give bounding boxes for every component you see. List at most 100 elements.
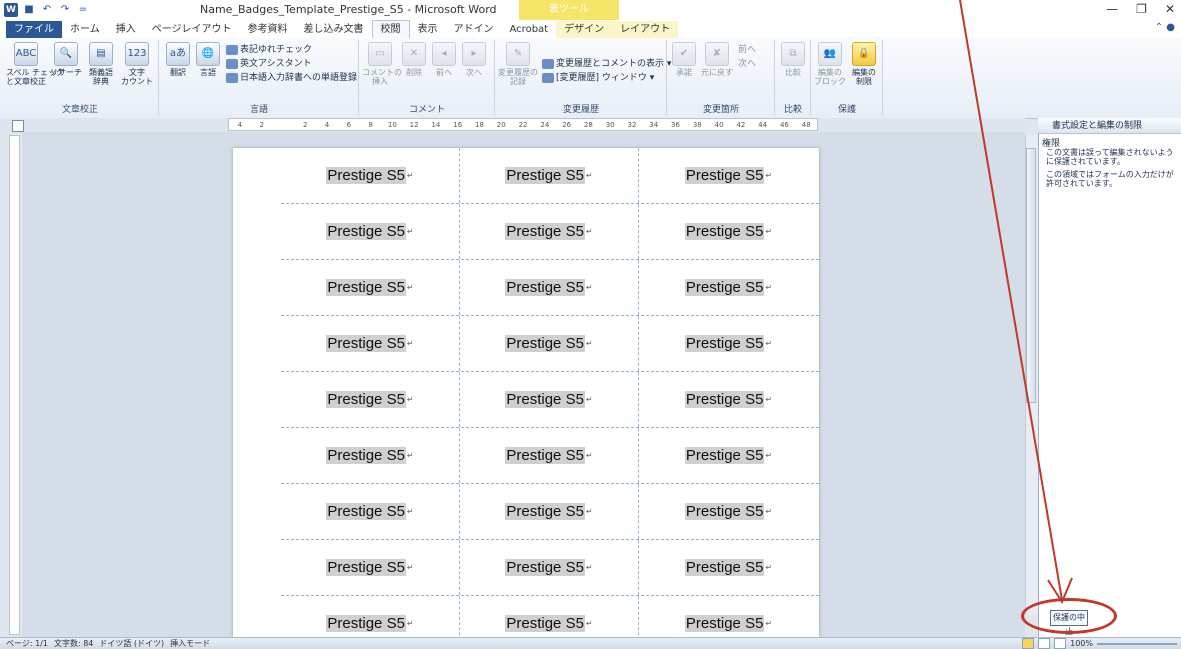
tab-insert[interactable]: 挿入: [108, 21, 144, 38]
tab-references[interactable]: 参考資料: [240, 21, 296, 38]
badge-cell[interactable]: Prestige S5 ↵: [639, 204, 818, 259]
badge-form-field[interactable]: Prestige S5: [505, 279, 585, 296]
document-page[interactable]: Prestige S5 ↵ Prestige S5 ↵ Prestige S5 ↵ Pres…: [233, 148, 819, 637]
language-button[interactable]: 🌐 言語: [194, 42, 222, 77]
zoom-level[interactable]: 100%: [1070, 639, 1093, 648]
tab-acrobat[interactable]: Acrobat: [502, 21, 557, 38]
badge-cell[interactable]: Prestige S5 ↵: [639, 596, 818, 637]
badge-form-field[interactable]: Prestige S5: [684, 559, 765, 576]
badge-form-field[interactable]: Prestige S5: [684, 223, 765, 240]
badge-cell[interactable]: Prestige S5 ↵: [460, 204, 639, 259]
badge-form-field[interactable]: Prestige S5: [505, 503, 585, 520]
prev-comment-button[interactable]: ◂ 前へ: [430, 42, 458, 77]
status-page[interactable]: ページ: 1/1: [6, 638, 48, 649]
badge-cell[interactable]: Prestige S5 ↵: [281, 596, 460, 637]
badge-form-field[interactable]: Prestige S5: [326, 615, 406, 632]
delete-comment-button[interactable]: ✕ 削除: [400, 42, 428, 77]
badge-cell[interactable]: Prestige S5 ↵: [639, 260, 818, 315]
badge-form-field[interactable]: Prestige S5: [505, 335, 585, 352]
badge-form-field[interactable]: Prestige S5: [684, 447, 765, 464]
badge-cell[interactable]: Prestige S5 ↵: [281, 428, 460, 483]
badge-cell[interactable]: Prestige S5 ↵: [281, 484, 460, 539]
spell-check-button[interactable]: ABC スペル チェック と文章校正: [6, 42, 64, 86]
badge-cell[interactable]: Prestige S5 ↵: [639, 148, 818, 203]
badge-form-field[interactable]: Prestige S5: [326, 559, 406, 576]
customize-qat-icon[interactable]: =: [76, 3, 90, 17]
badge-cell[interactable]: Prestige S5 ↵: [639, 372, 818, 427]
tab-addins[interactable]: アドイン: [446, 21, 502, 38]
web-layout-view-button[interactable]: [1054, 638, 1067, 649]
restore-button[interactable]: ❐: [1136, 2, 1147, 16]
new-comment-button[interactable]: ▭ コメントの 挿入: [362, 42, 402, 86]
compare-button[interactable]: ⧉ 比較: [779, 42, 807, 77]
badge-cell[interactable]: Prestige S5 ↵: [639, 428, 818, 483]
track-changes-button[interactable]: ✎ 変更履歴の 記録: [498, 42, 538, 86]
badge-form-field[interactable]: Prestige S5: [505, 391, 585, 408]
badge-cell[interactable]: Prestige S5 ↵: [639, 316, 818, 371]
badge-cell[interactable]: Prestige S5 ↵: [460, 484, 639, 539]
tab-view[interactable]: 表示: [410, 21, 446, 38]
minimize-button[interactable]: —: [1106, 2, 1118, 16]
badge-form-field[interactable]: Prestige S5: [505, 615, 585, 632]
close-button[interactable]: ✕: [1165, 2, 1175, 16]
badge-cell[interactable]: Prestige S5 ↵: [281, 540, 460, 595]
badge-cell[interactable]: Prestige S5 ↵: [281, 148, 460, 203]
tab-layout[interactable]: レイアウト: [612, 21, 679, 38]
status-mode[interactable]: 挿入モード: [170, 638, 210, 649]
badge-cell[interactable]: Prestige S5 ↵: [281, 204, 460, 259]
badge-cell[interactable]: Prestige S5 ↵: [460, 428, 639, 483]
zoom-slider[interactable]: [1097, 642, 1177, 645]
reviewing-pane-button[interactable]: [変更履歴] ウィンドウ ▾: [542, 70, 654, 83]
badge-cell[interactable]: Prestige S5 ↵: [460, 540, 639, 595]
word-app-icon[interactable]: W: [4, 3, 18, 17]
badge-cell[interactable]: Prestige S5 ↵: [460, 316, 639, 371]
badge-form-field[interactable]: Prestige S5: [505, 559, 585, 576]
badge-cell[interactable]: Prestige S5 ↵: [639, 484, 818, 539]
next-change-button[interactable]: 次へ: [738, 56, 756, 69]
tab-file[interactable]: ファイル: [6, 21, 62, 38]
badge-cell[interactable]: Prestige S5 ↵: [460, 596, 639, 637]
restrict-editing-button[interactable]: 🔒 編集の 制限: [848, 42, 880, 86]
tab-home[interactable]: ホーム: [62, 21, 108, 38]
badge-form-field[interactable]: Prestige S5: [326, 391, 406, 408]
badge-cell[interactable]: Prestige S5 ↵: [460, 260, 639, 315]
redo-icon[interactable]: ↷: [58, 3, 72, 17]
status-language[interactable]: ドイツ語 (ドイツ): [99, 638, 164, 649]
translate-button[interactable]: aあ 翻訳: [164, 42, 192, 77]
badge-form-field[interactable]: Prestige S5: [684, 279, 765, 296]
badge-form-field[interactable]: Prestige S5: [684, 503, 765, 520]
tab-selector[interactable]: [12, 120, 24, 132]
scrollbar-thumb[interactable]: [1026, 148, 1036, 403]
prev-change-button[interactable]: 前へ: [738, 42, 756, 55]
english-assistant-button[interactable]: 英文アシスタント: [226, 56, 312, 69]
badge-form-field[interactable]: Prestige S5: [684, 167, 765, 184]
badge-cell[interactable]: Prestige S5 ↵: [281, 372, 460, 427]
print-layout-view-button[interactable]: [1022, 638, 1035, 649]
badge-form-field[interactable]: Prestige S5: [326, 447, 406, 464]
badge-form-field[interactable]: Prestige S5: [326, 503, 406, 520]
full-screen-view-button[interactable]: [1038, 638, 1051, 649]
tab-page-layout[interactable]: ページレイアウト: [144, 21, 240, 38]
badge-form-field[interactable]: Prestige S5: [326, 167, 406, 184]
word-count-button[interactable]: 123 文字 カウント: [120, 42, 154, 86]
research-button[interactable]: 🔍 リサーチ: [50, 42, 82, 77]
status-words[interactable]: 文字数: 84: [54, 638, 93, 649]
horizontal-ruler[interactable]: 4 2 2 4 6 8 10 12 14 16 18 20 22 24 26 28 30 32 34 36 38 40 42…: [228, 118, 818, 131]
undo-icon[interactable]: ↶: [40, 3, 54, 17]
vertical-ruler[interactable]: [9, 135, 20, 635]
show-markup-dropdown[interactable]: 変更履歴とコメントの表示 ▾: [542, 56, 671, 69]
block-authors-button[interactable]: 👥 編集の ブロック: [814, 42, 846, 86]
badge-cell[interactable]: Prestige S5 ↵: [281, 260, 460, 315]
tab-review[interactable]: 校閲: [371, 20, 410, 38]
reject-button[interactable]: ✘ 元に戻す: [700, 42, 734, 77]
badge-form-field[interactable]: Prestige S5: [684, 335, 765, 352]
badge-form-field[interactable]: Prestige S5: [505, 447, 585, 464]
tab-design[interactable]: デザイン: [556, 21, 613, 38]
badge-cell[interactable]: Prestige S5 ↵: [460, 372, 639, 427]
tab-mailings[interactable]: 差し込み文書: [296, 21, 372, 38]
accept-button[interactable]: ✔ 承諾: [670, 42, 698, 77]
badge-form-field[interactable]: Prestige S5: [326, 335, 406, 352]
badge-form-field[interactable]: Prestige S5: [326, 223, 406, 240]
ime-dictionary-button[interactable]: 日本語入力辞書への単語登録: [226, 70, 357, 83]
badge-form-field[interactable]: Prestige S5: [505, 167, 585, 184]
